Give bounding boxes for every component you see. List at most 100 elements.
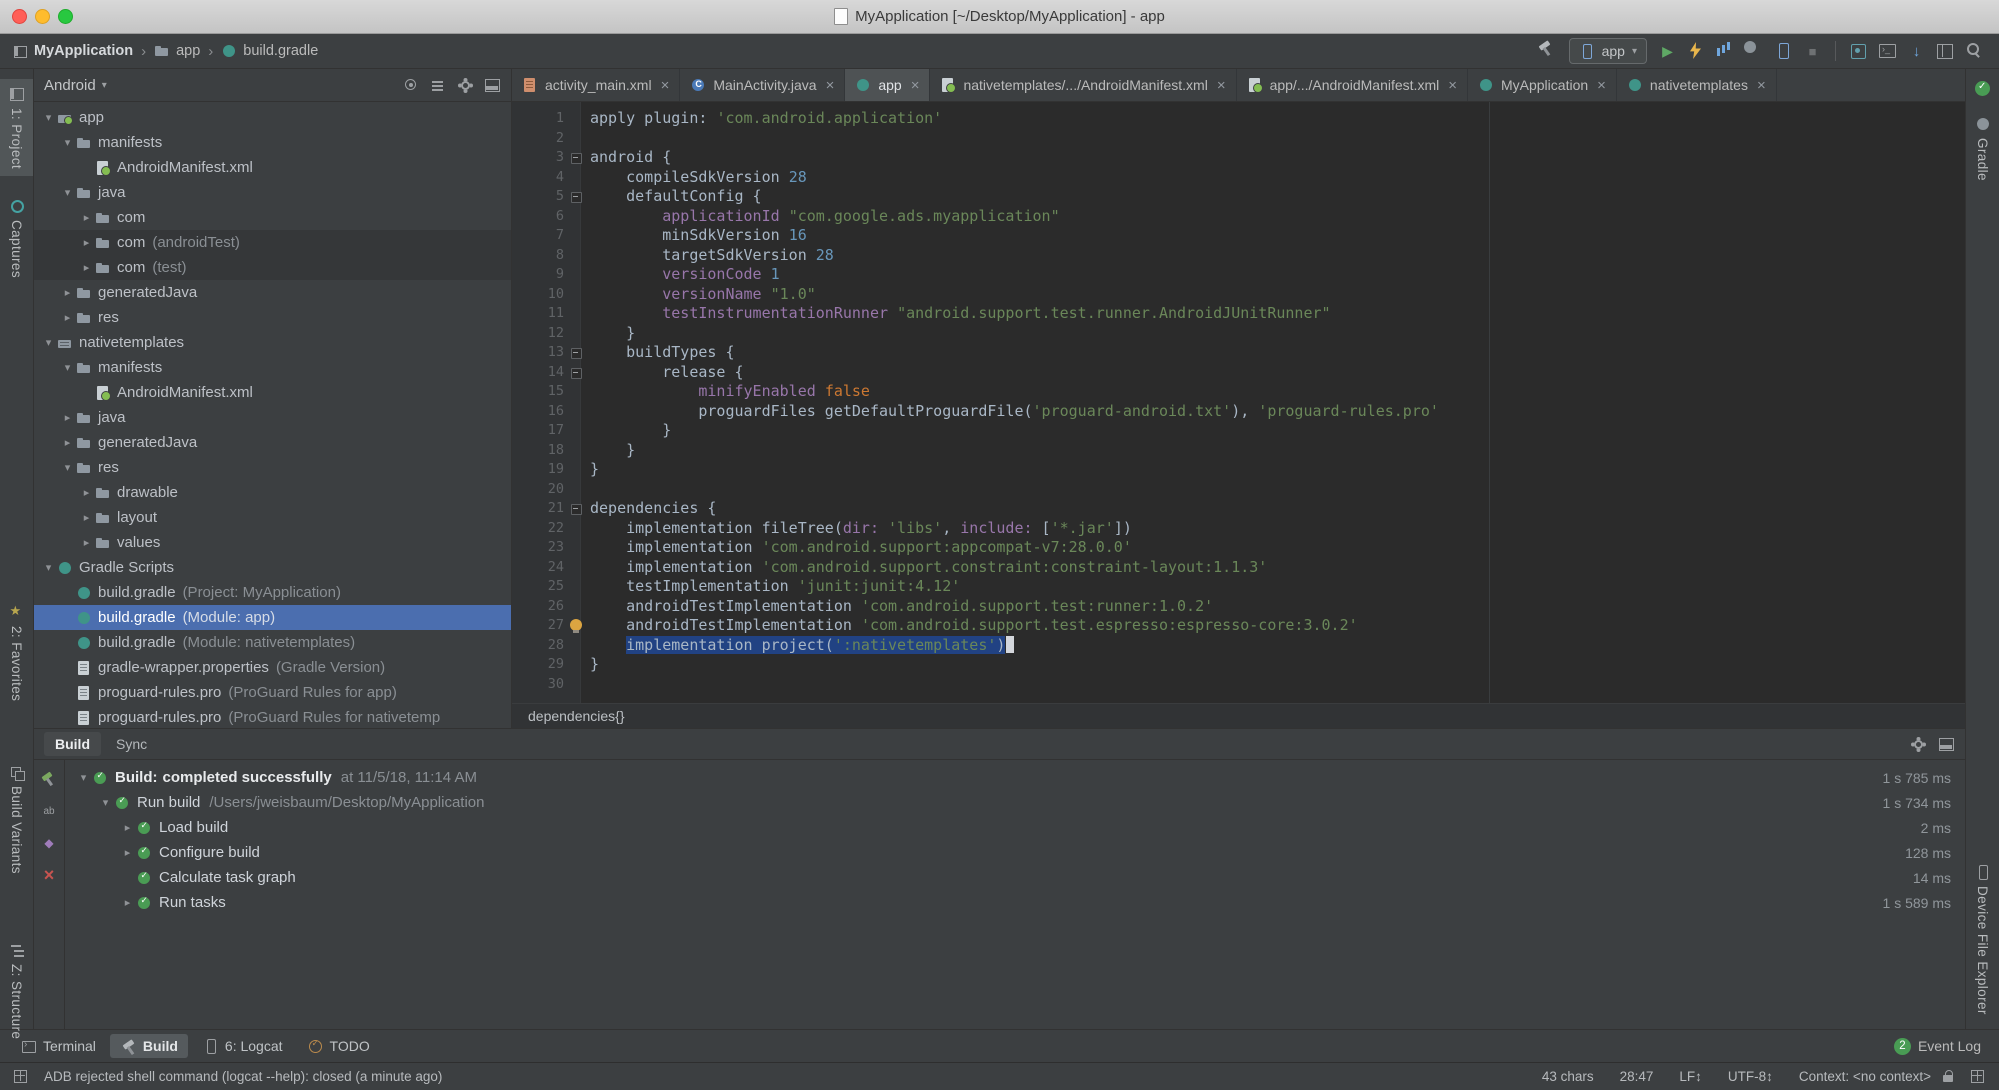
fold-marker-icon[interactable] bbox=[571, 348, 582, 359]
tree-row-build-gradle-module-nativetemplates[interactable]: build.gradle (Module: nativetemplates) bbox=[34, 630, 511, 655]
line-separator[interactable]: LF↕ bbox=[1679, 1069, 1702, 1084]
code-line[interactable]: 5 defaultConfig { bbox=[512, 187, 1965, 207]
chevron-down-icon[interactable]: ▾ bbox=[75, 771, 92, 784]
code-line[interactable]: 4 compileSdkVersion 28 bbox=[512, 168, 1965, 188]
code-line[interactable]: 26 androidTestImplementation 'com.androi… bbox=[512, 597, 1965, 617]
code-line[interactable]: 19} bbox=[512, 460, 1965, 480]
layout-inspector-icon[interactable] bbox=[1933, 39, 1958, 63]
apply-changes-icon[interactable] bbox=[1684, 39, 1709, 63]
build-row-build[interactable]: ▾ Build:completed successfully at 11/5/18,… bbox=[65, 765, 1965, 790]
search-everywhere-icon[interactable] bbox=[1962, 39, 1987, 63]
gear-icon[interactable] bbox=[456, 76, 474, 94]
toolwindow-button-build[interactable]: Build bbox=[109, 1034, 188, 1058]
tree-row-proguard-rules-pro-proguard-rules-for-nativetemp[interactable]: proguard-rules.pro (ProGuard Rules for na… bbox=[34, 705, 511, 728]
code-line[interactable]: 3 android { bbox=[512, 148, 1965, 168]
build-hammer-icon[interactable] bbox=[1536, 39, 1561, 63]
chevron-right-icon[interactable]: ▸ bbox=[59, 436, 76, 449]
build-row-configure-build[interactable]: ▸ Configure build 128 ms bbox=[65, 840, 1965, 865]
code-line[interactable]: 21 dependencies { bbox=[512, 499, 1965, 519]
code-line[interactable]: 10 versionName "1.0" bbox=[512, 285, 1965, 305]
minimize-window-button[interactable] bbox=[35, 9, 50, 24]
strip-item-2-favorites[interactable]: 2: Favorites bbox=[0, 597, 33, 708]
selection-length[interactable]: 43 chars bbox=[1542, 1069, 1594, 1084]
strip-item-z-structure[interactable]: Z: Structure bbox=[0, 935, 33, 1046]
close-tab-icon[interactable]: × bbox=[1597, 78, 1606, 93]
close-window-button[interactable] bbox=[12, 9, 27, 24]
fold-marker-icon[interactable] bbox=[571, 153, 582, 164]
code-line[interactable]: 24 implementation 'com.android.support.c… bbox=[512, 558, 1965, 578]
toolwindow-button-6-logcat[interactable]: 6: Logcat bbox=[192, 1034, 293, 1058]
code-line[interactable]: 18 } bbox=[512, 441, 1965, 461]
editor-tab-nativetemplates[interactable]: nativetemplates × bbox=[1617, 69, 1777, 101]
chevron-down-icon[interactable]: ▾ bbox=[97, 796, 114, 809]
editor-tab-mainactivity-java[interactable]: MainActivity.java × bbox=[680, 69, 846, 101]
code-line[interactable]: 23 implementation 'com.android.support:a… bbox=[512, 538, 1965, 558]
code-line[interactable]: 1 apply plugin: 'com.android.application' bbox=[512, 109, 1965, 129]
strip-item-captures[interactable]: Captures bbox=[0, 191, 33, 285]
tree-row-manifests[interactable]: ▾ manifests bbox=[34, 130, 511, 155]
tree-row-com-test[interactable]: ▸ com (test) bbox=[34, 255, 511, 280]
gear-icon[interactable] bbox=[1909, 735, 1927, 753]
build-row-calculate-task-graph[interactable]: Calculate task graph 14 ms bbox=[65, 865, 1965, 890]
editor-tab-activity-main-xml[interactable]: activity_main.xml × bbox=[512, 69, 681, 101]
stop-build-icon[interactable] bbox=[40, 866, 58, 884]
build-row-load-build[interactable]: ▸ Load build 2 ms bbox=[65, 815, 1965, 840]
chevron-right-icon[interactable]: ▸ bbox=[59, 411, 76, 424]
tree-row-res[interactable]: ▾ res bbox=[34, 455, 511, 480]
context-indicator[interactable]: Context: <no context> bbox=[1799, 1069, 1931, 1084]
close-tab-icon[interactable]: × bbox=[1448, 78, 1457, 93]
event-log-button[interactable]: 2 Event Log bbox=[1893, 1037, 1989, 1055]
breadcrumb-item-app[interactable]: app bbox=[154, 43, 200, 59]
strip-item-gradle[interactable]: Gradle bbox=[1966, 109, 1999, 188]
hide-panel-icon[interactable] bbox=[483, 76, 501, 94]
tree-row-androidmanifest-xml[interactable]: AndroidManifest.xml bbox=[34, 380, 511, 405]
strip-item-build-variants[interactable]: Build Variants bbox=[0, 757, 33, 881]
editor-tab-app-androidmanifest-xml[interactable]: app/.../AndroidManifest.xml × bbox=[1237, 69, 1468, 101]
rerun-build-icon[interactable] bbox=[40, 770, 58, 788]
build-row-run-tasks[interactable]: ▸ Run tasks 1 s 589 ms bbox=[65, 890, 1965, 915]
close-tab-icon[interactable]: × bbox=[661, 78, 670, 93]
tree-row-gradle-wrapper-properties-gradle-version[interactable]: gradle-wrapper.properties (Gradle Version… bbox=[34, 655, 511, 680]
code-line[interactable]: 30 bbox=[512, 675, 1965, 695]
sdk-manager-icon[interactable] bbox=[1846, 39, 1871, 63]
build-tab-build[interactable]: Build bbox=[44, 732, 101, 756]
code-line[interactable]: 29} bbox=[512, 655, 1965, 675]
chevron-right-icon[interactable]: ▸ bbox=[119, 846, 136, 859]
strip-item-device-file-explorer[interactable]: Device File Explorer bbox=[1966, 857, 1999, 1022]
tree-row-androidmanifest-xml[interactable]: AndroidManifest.xml bbox=[34, 155, 511, 180]
close-tab-icon[interactable]: × bbox=[826, 78, 835, 93]
stop-button[interactable] bbox=[1800, 39, 1825, 63]
filter-icon[interactable] bbox=[40, 834, 58, 852]
tree-row-com-androidtest[interactable]: ▸ com (androidTest) bbox=[34, 230, 511, 255]
build-row-run-build[interactable]: ▾ Run build/Users/jweisbaum/Desktop/MyApp… bbox=[65, 790, 1965, 815]
code-line[interactable]: 15 minifyEnabled false bbox=[512, 382, 1965, 402]
caret-position[interactable]: 28:47 bbox=[1620, 1069, 1654, 1084]
inspection-status-icon[interactable] bbox=[1975, 81, 1990, 96]
chevron-down-icon[interactable]: ▾ bbox=[59, 186, 76, 199]
tree-row-values[interactable]: ▸ values bbox=[34, 530, 511, 555]
toolwindow-button-todo[interactable]: TODO bbox=[297, 1034, 380, 1058]
code-editor[interactable]: 1 apply plugin: 'com.android.application'… bbox=[512, 102, 1965, 703]
toolwindow-switcher-icon[interactable] bbox=[12, 1068, 30, 1086]
code-line[interactable]: 6 applicationId "com.google.ads.myapplic… bbox=[512, 207, 1965, 227]
close-tab-icon[interactable]: × bbox=[911, 78, 920, 93]
fold-marker-icon[interactable] bbox=[571, 504, 582, 515]
tree-row-generatedjava[interactable]: ▸ generatedJava bbox=[34, 280, 511, 305]
readonly-lock-icon[interactable] bbox=[1941, 1068, 1959, 1086]
close-tab-icon[interactable]: × bbox=[1757, 78, 1766, 93]
toolwindow-button-terminal[interactable]: Terminal bbox=[10, 1034, 106, 1058]
fold-marker-icon[interactable] bbox=[571, 367, 582, 379]
tree-row-manifests[interactable]: ▾ manifests bbox=[34, 355, 511, 380]
editor-tab-myapplication[interactable]: MyApplication × bbox=[1468, 69, 1617, 101]
intention-bulb-icon[interactable] bbox=[570, 619, 582, 633]
run-button[interactable] bbox=[1655, 39, 1680, 63]
tree-row-drawable[interactable]: ▸ drawable bbox=[34, 480, 511, 505]
tree-row-build-gradle-project-myapplication[interactable]: build.gradle (Project: MyApplication) bbox=[34, 580, 511, 605]
code-line[interactable]: 25 testImplementation 'junit:junit:4.12' bbox=[512, 577, 1965, 597]
locate-file-icon[interactable] bbox=[402, 76, 420, 94]
tree-row-com[interactable]: ▸ com bbox=[34, 205, 511, 230]
chevron-right-icon[interactable]: ▸ bbox=[59, 286, 76, 299]
fold-marker-icon[interactable] bbox=[571, 192, 582, 203]
chevron-down-icon[interactable]: ▾ bbox=[59, 361, 76, 374]
chevron-down-icon[interactable]: ▾ bbox=[40, 336, 57, 349]
